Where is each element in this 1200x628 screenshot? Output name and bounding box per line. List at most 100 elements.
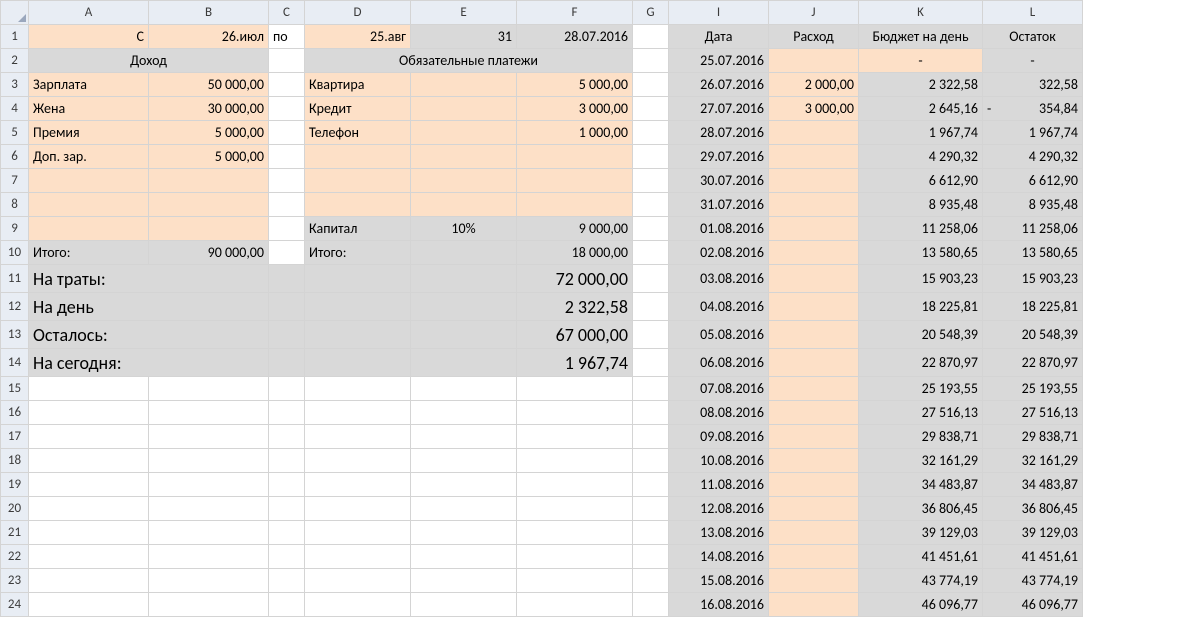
cell[interactable] bbox=[769, 293, 859, 321]
cell[interactable]: 9 000,00 bbox=[517, 217, 633, 241]
cell[interactable]: 11.08.2016 bbox=[669, 473, 769, 497]
cell[interactable] bbox=[149, 425, 269, 449]
cell[interactable]: 41 451,61 bbox=[983, 545, 1083, 569]
cell[interactable]: -354,84 bbox=[983, 97, 1083, 121]
cell[interactable] bbox=[269, 497, 305, 521]
cell[interactable]: 29 838,71 bbox=[983, 425, 1083, 449]
row-header-18[interactable]: 18 bbox=[1, 449, 29, 473]
cell[interactable]: 5 000,00 bbox=[517, 73, 633, 97]
col-header-G[interactable]: G bbox=[633, 1, 669, 25]
cell[interactable] bbox=[769, 145, 859, 169]
cell[interactable] bbox=[769, 241, 859, 265]
spreadsheet-grid[interactable]: ABCDEFGIJKL1С26.июлпо25.авг3128.07.2016Д… bbox=[0, 0, 1083, 617]
cell[interactable] bbox=[29, 425, 149, 449]
row-header-12[interactable]: 12 bbox=[1, 293, 29, 321]
cell[interactable]: 02.08.2016 bbox=[669, 241, 769, 265]
cell[interactable] bbox=[29, 217, 149, 241]
cell[interactable]: 26.июл bbox=[149, 25, 269, 49]
cell[interactable] bbox=[29, 401, 149, 425]
row-header-8[interactable]: 8 bbox=[1, 193, 29, 217]
cell[interactable] bbox=[633, 97, 669, 121]
cell[interactable] bbox=[149, 169, 269, 193]
cell[interactable] bbox=[769, 497, 859, 521]
cell[interactable]: 32 161,29 bbox=[859, 449, 983, 473]
cell[interactable] bbox=[305, 193, 411, 217]
cell[interactable] bbox=[269, 49, 305, 73]
cell[interactable] bbox=[149, 401, 269, 425]
cell[interactable] bbox=[305, 521, 411, 545]
cell[interactable] bbox=[305, 349, 411, 377]
cell[interactable]: 41 451,61 bbox=[859, 545, 983, 569]
cell[interactable]: 1 967,74 bbox=[517, 349, 633, 377]
cell[interactable] bbox=[633, 377, 669, 401]
cell[interactable] bbox=[517, 473, 633, 497]
cell[interactable] bbox=[269, 217, 305, 241]
col-header-I[interactable]: I bbox=[669, 1, 769, 25]
cell[interactable] bbox=[633, 449, 669, 473]
col-header-L[interactable]: L bbox=[983, 1, 1083, 25]
cell[interactable]: 2 645,16 bbox=[859, 97, 983, 121]
cell[interactable]: 16.08.2016 bbox=[669, 593, 769, 617]
cell[interactable] bbox=[769, 49, 859, 73]
cell[interactable] bbox=[769, 449, 859, 473]
cell[interactable] bbox=[305, 401, 411, 425]
cell[interactable] bbox=[633, 521, 669, 545]
cell[interactable] bbox=[269, 265, 305, 293]
cell[interactable] bbox=[411, 569, 517, 593]
cell[interactable] bbox=[149, 193, 269, 217]
cell[interactable] bbox=[517, 569, 633, 593]
cell[interactable]: Жена bbox=[29, 97, 149, 121]
row-header-9[interactable]: 9 bbox=[1, 217, 29, 241]
cell[interactable] bbox=[517, 449, 633, 473]
cell[interactable]: 10% bbox=[411, 217, 517, 241]
cell[interactable]: 22 870,97 bbox=[983, 349, 1083, 377]
cell[interactable]: Осталось: bbox=[29, 321, 269, 349]
cell[interactable]: Дата bbox=[669, 25, 769, 49]
cell[interactable] bbox=[411, 193, 517, 217]
cell[interactable]: 31 bbox=[411, 25, 517, 49]
cell[interactable] bbox=[633, 73, 669, 97]
cell[interactable] bbox=[517, 545, 633, 569]
cell[interactable] bbox=[411, 497, 517, 521]
cell[interactable]: 14.08.2016 bbox=[669, 545, 769, 569]
cell[interactable] bbox=[269, 377, 305, 401]
cell[interactable] bbox=[269, 593, 305, 617]
cell[interactable] bbox=[411, 293, 517, 321]
cell[interactable]: 12.08.2016 bbox=[669, 497, 769, 521]
col-header-D[interactable]: D bbox=[305, 1, 411, 25]
cell[interactable] bbox=[411, 377, 517, 401]
cell[interactable] bbox=[517, 145, 633, 169]
cell[interactable] bbox=[269, 473, 305, 497]
cell[interactable] bbox=[769, 349, 859, 377]
cell[interactable]: На день bbox=[29, 293, 269, 321]
row-header-4[interactable]: 4 bbox=[1, 97, 29, 121]
row-header-5[interactable]: 5 bbox=[1, 121, 29, 145]
cell[interactable]: 30 000,00 bbox=[149, 97, 269, 121]
cell[interactable] bbox=[269, 425, 305, 449]
cell[interactable]: На сегодня: bbox=[29, 349, 269, 377]
cell[interactable] bbox=[149, 545, 269, 569]
cell[interactable] bbox=[769, 217, 859, 241]
cell[interactable] bbox=[149, 521, 269, 545]
row-header-16[interactable]: 16 bbox=[1, 401, 29, 425]
cell[interactable]: 29.07.2016 bbox=[669, 145, 769, 169]
cell[interactable] bbox=[633, 321, 669, 349]
cell[interactable] bbox=[633, 473, 669, 497]
cell[interactable]: 43 774,19 bbox=[859, 569, 983, 593]
cell[interactable]: - bbox=[859, 49, 983, 73]
cell[interactable]: 3 000,00 bbox=[517, 97, 633, 121]
cell[interactable]: Зарплата bbox=[29, 73, 149, 97]
cell[interactable] bbox=[633, 169, 669, 193]
cell[interactable] bbox=[411, 321, 517, 349]
cell[interactable] bbox=[305, 321, 411, 349]
col-header-E[interactable]: E bbox=[411, 1, 517, 25]
row-header-7[interactable]: 7 bbox=[1, 169, 29, 193]
cell[interactable] bbox=[769, 121, 859, 145]
cell[interactable] bbox=[411, 545, 517, 569]
cell[interactable] bbox=[269, 73, 305, 97]
cell[interactable] bbox=[305, 569, 411, 593]
cell[interactable] bbox=[149, 569, 269, 593]
row-header-21[interactable]: 21 bbox=[1, 521, 29, 545]
cell[interactable]: 39 129,03 bbox=[983, 521, 1083, 545]
cell[interactable] bbox=[269, 293, 305, 321]
